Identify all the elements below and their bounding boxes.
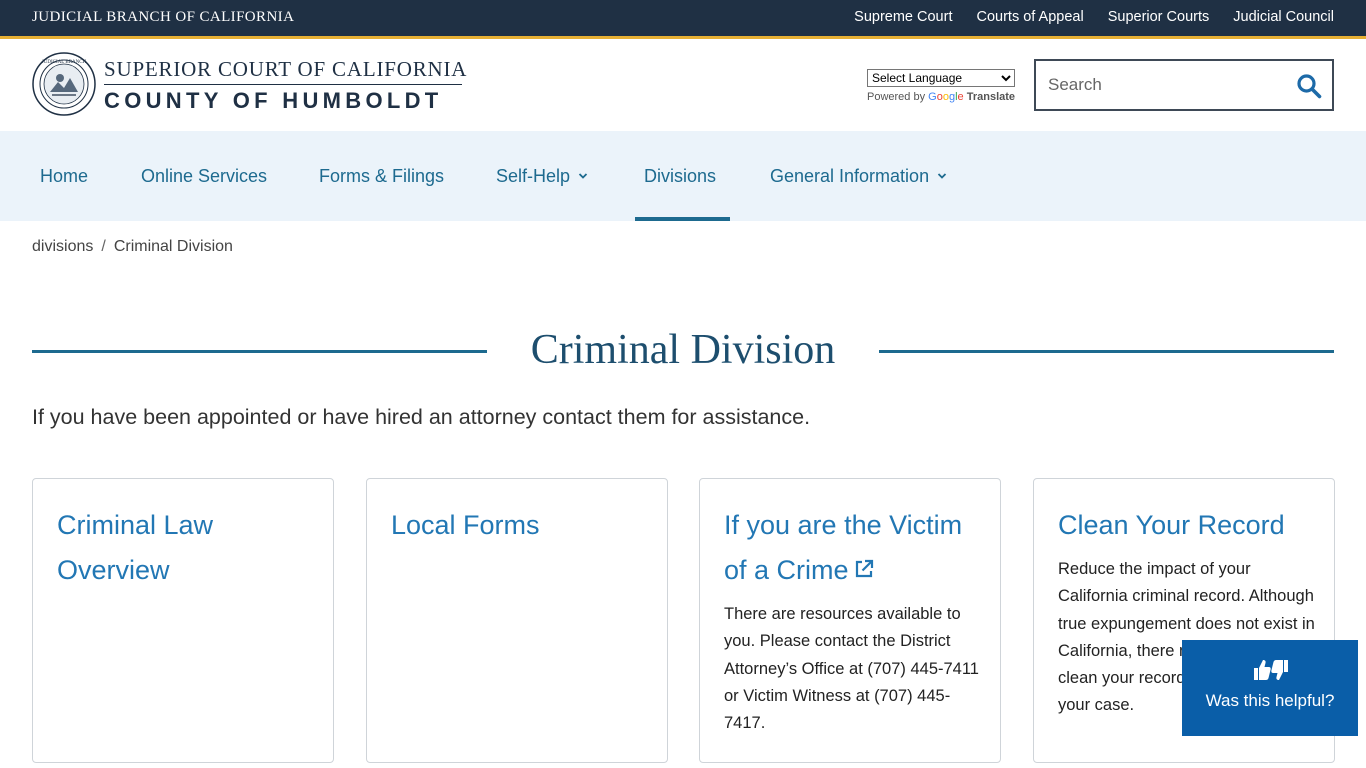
court-name-line2[interactable]: COUNTY OF HUMBOLDT (104, 88, 443, 114)
external-link-icon (855, 559, 873, 578)
breadcrumb-current: Criminal Division (113, 238, 233, 255)
court-name-rule (104, 84, 462, 85)
title-rule-left (32, 350, 487, 353)
nav-divisions[interactable]: Divisions (644, 131, 716, 221)
search-box (1034, 59, 1334, 111)
title-rule-right (879, 350, 1334, 353)
nav-home[interactable]: Home (40, 131, 88, 221)
card-body: There are resources available to you. Pl… (724, 605, 979, 733)
nav-self-help[interactable]: Self-Help (496, 131, 588, 221)
link-courts-of-appeal[interactable]: Courts of Appeal (976, 9, 1083, 25)
link-judicial-council[interactable]: Judicial Council (1233, 9, 1334, 25)
main-nav: Home Online Services Forms & Filings Sel… (0, 131, 1366, 221)
chevron-down-icon (578, 173, 588, 179)
breadcrumb-divisions[interactable]: divisions (32, 238, 93, 255)
site-header: JUDICIAL BRANCH SUPERIOR COURT OF CALIFO… (0, 39, 1366, 131)
card-local-forms[interactable]: Local Forms (366, 478, 668, 763)
search-icon[interactable] (1296, 73, 1322, 99)
card-title[interactable]: If you are the Victim of a Crime (724, 510, 962, 585)
breadcrumb-separator: / (101, 238, 106, 255)
language-select[interactable]: Select Language (867, 69, 1015, 87)
nav-active-indicator (635, 217, 730, 221)
card-title[interactable]: Clean Your Record (1058, 503, 1310, 548)
nav-forms-filings[interactable]: Forms & Filings (319, 131, 444, 221)
google-logo[interactable]: Google (928, 91, 964, 103)
nav-general-information[interactable]: General Information (770, 131, 947, 221)
card-title-wrap[interactable]: If you are the Victim of a Crime (724, 503, 976, 593)
link-superior-courts[interactable]: Superior Courts (1108, 9, 1210, 25)
card-title[interactable]: Criminal Law Overview (57, 503, 309, 593)
nav-online-services[interactable]: Online Services (141, 131, 267, 221)
judicial-branch-label[interactable]: JUDICIAL BRANCH OF CALIFORNIA (32, 9, 294, 26)
language-selector: Select Language (867, 69, 1015, 87)
link-supreme-court[interactable]: Supreme Court (854, 9, 952, 25)
card-criminal-law-overview[interactable]: Criminal Law Overview (32, 478, 334, 763)
page-title: Criminal Division (530, 327, 836, 373)
feedback-label: Was this helpful? (1205, 691, 1335, 710)
google-translate-credit: Powered by Google Translate (867, 91, 1016, 103)
thumbs-up-down-icon (1254, 660, 1288, 680)
intro-text: If you have been appointed or have hired… (32, 405, 811, 429)
top-links: Supreme Court Courts of Appeal Superior … (854, 9, 1334, 25)
top-bar: JUDICIAL BRANCH OF CALIFORNIA Supreme Co… (0, 0, 1366, 36)
translate-link[interactable]: Translate (967, 91, 1015, 103)
court-name-line1[interactable]: SUPERIOR COURT OF CALIFORNIA (104, 57, 467, 82)
breadcrumb: divisions / Criminal Division (32, 238, 233, 256)
feedback-widget[interactable]: Was this helpful? (1182, 640, 1358, 736)
card-victim-of-crime[interactable]: If you are the Victim of a Crime There a… (699, 478, 1001, 763)
svg-text:JUDICIAL BRANCH: JUDICIAL BRANCH (42, 60, 87, 65)
seal-icon[interactable]: JUDICIAL BRANCH (32, 52, 96, 116)
search-input[interactable] (1048, 73, 1288, 97)
card-title[interactable]: Local Forms (391, 503, 643, 548)
chevron-down-icon (937, 173, 947, 179)
